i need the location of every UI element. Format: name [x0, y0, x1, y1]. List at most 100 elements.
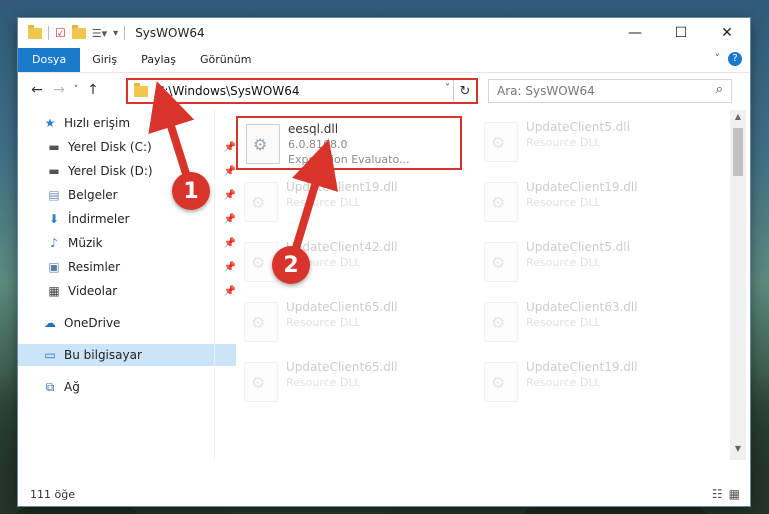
scroll-up-icon[interactable]: ▲: [730, 112, 746, 126]
sidebar-item-label: Resimler: [68, 260, 121, 274]
file-type: Resource DLL: [286, 316, 361, 329]
file-name: UpdateClient19.dll: [526, 360, 638, 374]
sidebar-item-label: Hızlı erişim: [64, 116, 131, 130]
address-bar[interactable]: C:\Windows\SysWOW64 ˅ ↻: [126, 78, 478, 104]
music-icon: ♪: [50, 236, 58, 250]
download-icon: ⬇: [48, 212, 60, 226]
file-item[interactable]: UpdateClient65.dll Resource DLL: [236, 296, 456, 352]
dll-file-icon: [244, 302, 278, 342]
file-item[interactable]: UpdateClient63.dll Resource DLL: [476, 296, 696, 352]
sidebar-item-label: Bu bilgisayar: [64, 348, 142, 362]
help-icon[interactable]: ?: [728, 52, 742, 66]
ribbon-tabs: Dosya Giriş Paylaş Görünüm ˅ ?: [18, 48, 750, 73]
file-list: eesql.dll 6.0.8168.0 Expression Evaluato…: [218, 110, 726, 460]
sidebar-item-quick-access[interactable]: ★ Hızlı erişim: [18, 112, 236, 134]
chevron-down-icon[interactable]: ▾: [113, 28, 118, 39]
dll-file-icon: [484, 242, 518, 282]
file-item[interactable]: UpdateClient19.dll Resource DLL: [236, 176, 456, 232]
sidebar-item-label: Belgeler: [68, 188, 118, 202]
sidebar-item-onedrive[interactable]: ☁ OneDrive: [18, 312, 236, 334]
pictures-icon: ▣: [48, 260, 60, 274]
file-item[interactable]: UpdateClient42.dllResource DLL: [236, 236, 456, 292]
status-bar: 111 öğe ☷ ▦: [18, 482, 750, 506]
file-type: Resource DLL: [526, 376, 601, 389]
sidebar-item-network[interactable]: ⧉ Ağ: [18, 376, 236, 398]
properties-icon[interactable]: ☑: [55, 26, 66, 40]
file-name: UpdateClient5.dll: [526, 240, 630, 254]
sidebar-item-pictures[interactable]: ▣ Resimler 📌: [18, 256, 240, 278]
sidebar-item-local-disk-c[interactable]: ▬ Yerel Disk (C:) 📌: [18, 136, 240, 158]
dll-file-icon: [484, 122, 518, 162]
sidebar-item-this-pc[interactable]: ▭ Bu bilgisayar: [18, 344, 236, 366]
cloud-icon: ☁: [44, 316, 56, 330]
window-title: SysWOW64: [135, 26, 205, 40]
minimize-button[interactable]: —: [612, 18, 658, 48]
details-view-icon[interactable]: ☷: [712, 487, 723, 501]
file-type: Resource DLL: [286, 196, 361, 209]
search-input[interactable]: Ara: SysWOW64: [497, 84, 595, 98]
tab-home[interactable]: Giriş: [80, 48, 129, 72]
sidebar-item-local-disk-d[interactable]: ▬ Yerel Disk (D:) 📌: [18, 160, 240, 182]
sidebar-item-music[interactable]: ♪ Müzik 📌: [18, 232, 240, 254]
sidebar-item-label: Müzik: [68, 236, 103, 250]
address-path[interactable]: C:\Windows\SysWOW64: [156, 84, 300, 98]
large-icons-view-icon[interactable]: ▦: [729, 487, 740, 501]
maximize-button[interactable]: ☐: [658, 18, 704, 48]
drive-icon: ▬: [48, 140, 60, 154]
file-item[interactable]: UpdateClient19.dll Resource DLL: [476, 356, 696, 412]
file-item[interactable]: UpdateClient19.dll Resource DLL: [476, 176, 696, 232]
video-icon: ▦: [48, 284, 60, 298]
dll-file-icon: [244, 362, 278, 402]
vertical-scrollbar[interactable]: ▲ ▼: [730, 110, 746, 460]
file-name: UpdateClient65.dll: [286, 300, 398, 314]
forward-button[interactable]: →: [48, 82, 70, 98]
sidebar-item-downloads[interactable]: ⬇ İndirmeler 📌: [18, 208, 240, 230]
tab-view[interactable]: Görünüm: [188, 48, 263, 72]
back-button[interactable]: ←: [26, 82, 48, 98]
dll-file-icon: [484, 182, 518, 222]
navigation-pane: ★ Hızlı erişim ▬ Yerel Disk (C:) 📌 ▬ Yer…: [18, 110, 236, 460]
file-item[interactable]: UpdateClient5.dll Resource DLL: [476, 236, 696, 292]
explorer-window: ☑ ☰▾ ▾ SysWOW64 — ☐ ✕ Dosya Giriş Paylaş…: [18, 18, 750, 506]
customize-icon[interactable]: ☰▾: [92, 27, 107, 40]
divider: [124, 26, 126, 40]
window-controls: — ☐ ✕: [612, 18, 750, 48]
navigation-row: ← → ˅ ↑ C:\Windows\SysWOW64 ˅ ↻ Ara: Sys…: [18, 74, 750, 106]
file-name: UpdateClient19.dll: [286, 180, 398, 194]
computer-icon: ▭: [44, 348, 56, 362]
scroll-down-icon[interactable]: ▼: [730, 444, 746, 458]
file-description: Expression Evaluato...: [288, 153, 410, 166]
recent-locations-button[interactable]: ˅: [70, 85, 82, 95]
up-button[interactable]: ↑: [82, 82, 104, 98]
file-type: Resource DLL: [526, 136, 601, 149]
folder-icon: [28, 24, 42, 39]
sidebar-item-label: Ağ: [64, 380, 80, 394]
file-item[interactable]: UpdateClient5.dll Resource DLL: [476, 116, 696, 172]
tab-file[interactable]: Dosya: [18, 48, 81, 72]
folder-icon: [134, 82, 148, 97]
item-count: 111 öğe: [30, 487, 75, 501]
divider: [48, 26, 49, 40]
dll-file-icon: [484, 362, 518, 402]
file-item-eesql[interactable]: eesql.dll 6.0.8168.0 Expression Evaluato…: [236, 116, 462, 170]
file-item[interactable]: UpdateClient65.dll Resource DLL: [236, 356, 456, 412]
tab-share[interactable]: Paylaş: [129, 48, 188, 72]
drive-icon: ▬: [48, 164, 60, 178]
dll-file-icon: [244, 182, 278, 222]
sidebar-item-videos[interactable]: ▦ Videolar 📌: [18, 280, 240, 302]
quick-access-toolbar: ☑ ☰▾ ▾: [18, 24, 118, 40]
file-type: Resource DLL: [526, 316, 601, 329]
chevron-down-icon[interactable]: ˅: [445, 83, 450, 94]
view-switcher: ☷ ▦: [712, 487, 740, 501]
refresh-button[interactable]: ↻: [453, 80, 476, 102]
title-bar: ☑ ☰▾ ▾ SysWOW64 — ☐ ✕: [18, 18, 750, 48]
search-box[interactable]: Ara: SysWOW64 ⌕: [488, 79, 732, 103]
new-folder-icon[interactable]: [71, 24, 86, 39]
dll-file-icon: [484, 302, 518, 342]
expand-ribbon-icon[interactable]: ˅: [715, 52, 721, 65]
close-button[interactable]: ✕: [704, 18, 750, 48]
network-icon: ⧉: [45, 379, 55, 394]
documents-icon: ▤: [48, 188, 60, 202]
step-badge-2: 2: [272, 246, 310, 284]
scroll-thumb[interactable]: [733, 128, 743, 176]
